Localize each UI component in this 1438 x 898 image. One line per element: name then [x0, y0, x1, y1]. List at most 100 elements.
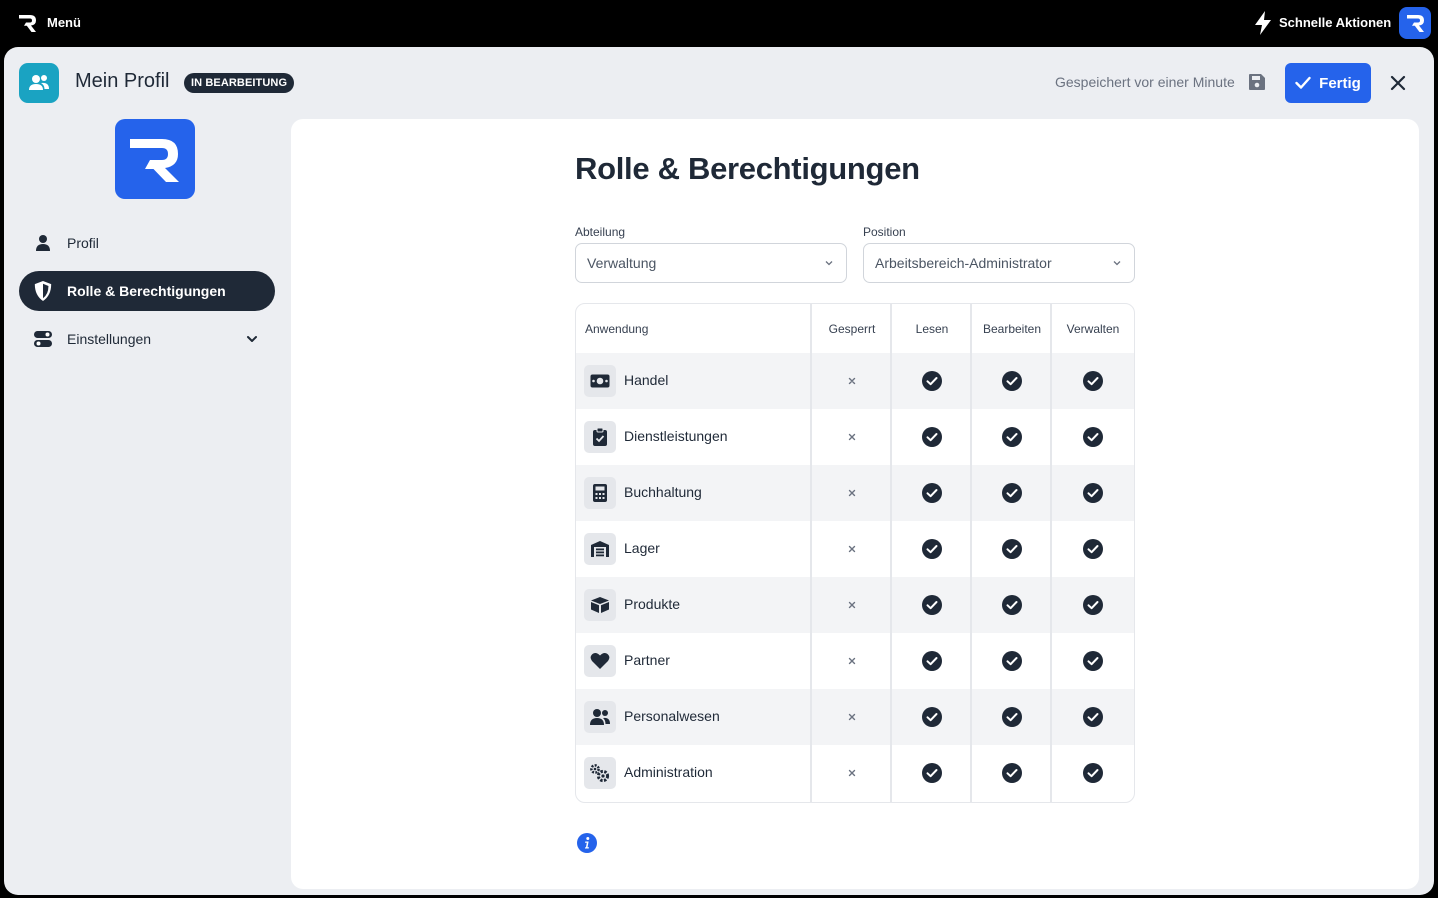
manage-cell[interactable]: [1053, 409, 1133, 465]
check-circle-icon: [1002, 707, 1022, 727]
read-cell[interactable]: [892, 745, 972, 801]
edit-cell[interactable]: [972, 633, 1052, 689]
application-name: Dienstleistungen: [624, 428, 728, 444]
money-icon: [584, 365, 616, 397]
chevron-down-icon: [825, 261, 833, 266]
user-icon: [33, 233, 53, 253]
edit-cell[interactable]: [972, 577, 1052, 633]
department-value: Verwaltung: [587, 255, 657, 271]
sidebar-item-label: Einstellungen: [67, 331, 152, 347]
column-divider: [810, 304, 812, 802]
company-logo: [115, 119, 195, 199]
clipboard-check-icon: [584, 421, 616, 453]
read-cell[interactable]: [892, 689, 972, 745]
check-circle-icon: [1083, 483, 1103, 503]
read-cell[interactable]: [892, 465, 972, 521]
check-circle-icon: [1083, 763, 1103, 783]
users-icon: [584, 701, 616, 733]
column-header-application: Anwendung: [585, 321, 649, 336]
boxes-icon: [584, 589, 616, 621]
read-cell[interactable]: [892, 633, 972, 689]
application-name: Handel: [624, 372, 669, 388]
check-circle-icon: [922, 371, 942, 391]
permissions-table: Anwendung Gesperrt Lesen Bearbeiten Verw…: [575, 303, 1135, 803]
locked-cell[interactable]: [812, 577, 892, 633]
manage-cell[interactable]: [1053, 577, 1133, 633]
manage-cell[interactable]: [1053, 353, 1133, 409]
check-circle-icon: [1002, 763, 1022, 783]
brand-logo-icon: [1407, 15, 1424, 32]
check-circle-icon: [1002, 595, 1022, 615]
manage-cell[interactable]: [1053, 465, 1133, 521]
position-label: Position: [863, 225, 906, 239]
users-icon: [29, 75, 49, 90]
application-name: Buchhaltung: [624, 484, 702, 500]
column-divider: [890, 304, 892, 802]
chevron-down-icon[interactable]: [245, 332, 259, 346]
toggles-icon: [33, 329, 53, 349]
application-name: Partner: [624, 652, 670, 668]
manage-cell[interactable]: [1053, 745, 1133, 801]
manage-cell[interactable]: [1053, 521, 1133, 577]
department-select[interactable]: Verwaltung: [575, 243, 847, 283]
quick-actions-button[interactable]: Schnelle Aktionen: [1279, 15, 1391, 30]
position-select[interactable]: Arbeitsbereich-Administrator: [863, 243, 1135, 283]
edit-cell[interactable]: [972, 521, 1052, 577]
sidebar-item-label: Profil: [67, 235, 99, 251]
page-title: Mein Profil: [75, 70, 170, 92]
done-button[interactable]: Fertig: [1285, 63, 1371, 103]
x-icon: [848, 769, 856, 777]
x-icon: [848, 545, 856, 553]
column-header-read: Lesen: [915, 321, 949, 336]
chevron-down-icon: [1113, 261, 1121, 266]
check-circle-icon: [922, 427, 942, 447]
locked-cell[interactable]: [812, 465, 892, 521]
x-icon: [848, 601, 856, 609]
edit-cell[interactable]: [972, 689, 1052, 745]
check-circle-icon: [1083, 427, 1103, 447]
check-circle-icon: [1002, 371, 1022, 391]
read-cell[interactable]: [892, 353, 972, 409]
locked-cell[interactable]: [812, 745, 892, 801]
saved-status: Gespeichert vor einer Minute: [1055, 74, 1235, 90]
warehouse-icon: [584, 533, 616, 565]
info-icon: [577, 833, 597, 853]
application-name: Lager: [624, 540, 660, 556]
locked-cell[interactable]: [812, 633, 892, 689]
check-icon: [1295, 76, 1311, 89]
gears-icon: [584, 757, 616, 789]
check-circle-icon: [1002, 427, 1022, 447]
profile-header-icon: [19, 63, 59, 103]
locked-cell[interactable]: [812, 689, 892, 745]
locked-cell[interactable]: [812, 409, 892, 465]
menu-button[interactable]: Menü: [47, 15, 81, 30]
edit-cell[interactable]: [972, 745, 1052, 801]
check-circle-icon: [1083, 595, 1103, 615]
app-switcher-button[interactable]: [1399, 7, 1431, 39]
read-cell[interactable]: [892, 577, 972, 633]
read-cell[interactable]: [892, 409, 972, 465]
check-circle-icon: [1083, 651, 1103, 671]
sidebar-item-rolle-berechtigungen[interactable]: Rolle & Berechtigungen: [19, 271, 275, 311]
application-name: Personalwesen: [624, 708, 720, 724]
x-icon: [848, 489, 856, 497]
edit-cell[interactable]: [972, 353, 1052, 409]
brand-logo-icon: [130, 139, 179, 182]
top-bar: Menü Schnelle Aktionen: [0, 0, 1438, 47]
locked-cell[interactable]: [812, 521, 892, 577]
close-icon[interactable]: [1387, 72, 1409, 94]
manage-cell[interactable]: [1053, 689, 1133, 745]
manage-cell[interactable]: [1053, 633, 1133, 689]
edit-cell[interactable]: [972, 465, 1052, 521]
section-title: Rolle & Berechtigungen: [575, 151, 920, 186]
sidebar-item-einstellungen[interactable]: Einstellungen: [19, 319, 275, 359]
check-circle-icon: [922, 483, 942, 503]
lightning-icon: [1255, 11, 1271, 35]
check-circle-icon: [1083, 539, 1103, 559]
locked-cell[interactable]: [812, 353, 892, 409]
read-cell[interactable]: [892, 521, 972, 577]
column-divider: [1050, 304, 1052, 802]
edit-cell[interactable]: [972, 409, 1052, 465]
sidebar-item-profil[interactable]: Profil: [19, 223, 275, 263]
brand-logo-icon[interactable]: [17, 12, 39, 34]
